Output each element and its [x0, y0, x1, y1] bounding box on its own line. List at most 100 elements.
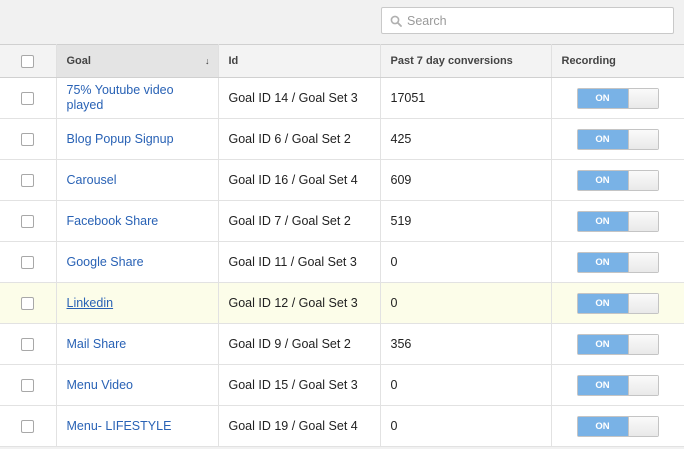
goal-cell: Linkedin	[56, 282, 219, 324]
goal-cell: Menu- LIFESTYLE	[56, 405, 219, 447]
goal-cell: Google Share	[56, 241, 219, 283]
goal-link[interactable]: Facebook Share	[67, 214, 159, 228]
conversion-count: 609	[380, 159, 552, 201]
goal-id: Goal ID 9 / Goal Set 2	[218, 323, 381, 365]
toggle-on-label: ON	[577, 170, 628, 190]
select-all-cell	[0, 44, 57, 78]
goal-id: Goal ID 15 / Goal Set 3	[218, 364, 381, 406]
row-select-cell	[0, 159, 57, 201]
table-row-highlighted: Linkedin Goal ID 12 / Goal Set 3 0 ON	[0, 282, 684, 324]
toggle-on-label: ON	[577, 416, 628, 436]
recording-toggle[interactable]: ON	[576, 169, 659, 191]
table-row: Carousel Goal ID 16 / Goal Set 4 609 ON	[0, 159, 684, 201]
table-row: Blog Popup Signup Goal ID 6 / Goal Set 2…	[0, 118, 684, 160]
toggle-knob	[627, 129, 658, 149]
table-header-row: Goal ↓ Id Past 7 day conversions Recordi…	[0, 44, 684, 78]
column-header-goal[interactable]: Goal ↓	[56, 44, 219, 78]
toggle-on-label: ON	[577, 129, 628, 149]
row-checkbox[interactable]	[21, 419, 35, 433]
goal-link[interactable]: Menu Video	[67, 378, 134, 392]
goal-link[interactable]: Blog Popup Signup	[67, 132, 174, 146]
toggle-knob	[627, 334, 658, 354]
sort-down-arrow-icon: ↓	[205, 56, 210, 66]
table-row: Google Share Goal ID 11 / Goal Set 3 0 O…	[0, 241, 684, 283]
column-header-goal-label: Goal	[66, 55, 91, 67]
row-checkbox[interactable]	[21, 296, 35, 310]
goal-cell: Facebook Share	[56, 200, 219, 242]
toggle-knob	[627, 375, 658, 395]
goal-link[interactable]: Mail Share	[67, 337, 127, 351]
row-checkbox[interactable]	[21, 91, 35, 105]
goal-id: Goal ID 7 / Goal Set 2	[218, 200, 381, 242]
toggle-on-label: ON	[577, 375, 628, 395]
goal-id: Goal ID 6 / Goal Set 2	[218, 118, 381, 160]
select-all-checkbox[interactable]	[21, 54, 35, 68]
conversion-count: 0	[380, 241, 552, 283]
recording-cell: ON	[551, 282, 684, 324]
recording-cell: ON	[551, 77, 684, 119]
goal-id: Goal ID 11 / Goal Set 3	[218, 241, 381, 283]
toggle-knob	[627, 252, 658, 272]
recording-cell: ON	[551, 118, 684, 160]
recording-toggle[interactable]: ON	[576, 210, 659, 232]
column-header-recording-label: Recording	[561, 55, 616, 67]
row-select-cell	[0, 200, 57, 242]
goal-link[interactable]: 75% Youtube video played	[67, 83, 174, 112]
row-checkbox[interactable]	[21, 337, 35, 351]
conversion-count: 356	[380, 323, 552, 365]
conversion-count: 425	[380, 118, 552, 160]
row-select-cell	[0, 323, 57, 365]
search-input[interactable]	[407, 10, 667, 31]
row-select-cell	[0, 241, 57, 283]
recording-toggle[interactable]: ON	[576, 251, 659, 273]
goal-link[interactable]: Google Share	[67, 255, 144, 269]
recording-cell: ON	[551, 323, 684, 365]
row-checkbox[interactable]	[21, 255, 35, 269]
toggle-knob	[627, 293, 658, 313]
recording-toggle[interactable]: ON	[576, 128, 659, 150]
column-header-conversions[interactable]: Past 7 day conversions	[380, 44, 552, 78]
goal-link[interactable]: Carousel	[67, 173, 117, 187]
column-header-id[interactable]: Id	[218, 44, 381, 78]
row-checkbox[interactable]	[21, 132, 35, 146]
conversion-count: 0	[380, 282, 552, 324]
toggle-on-label: ON	[577, 88, 628, 108]
conversion-count: 0	[380, 364, 552, 406]
goals-table: Goal ↓ Id Past 7 day conversions Recordi…	[0, 44, 684, 447]
toggle-on-label: ON	[577, 211, 628, 231]
recording-toggle[interactable]: ON	[576, 333, 659, 355]
column-header-recording[interactable]: Recording	[551, 44, 684, 78]
goal-id: Goal ID 12 / Goal Set 3	[218, 282, 381, 324]
recording-toggle[interactable]: ON	[576, 415, 659, 437]
goal-id: Goal ID 16 / Goal Set 4	[218, 159, 381, 201]
row-select-cell	[0, 282, 57, 324]
goal-id: Goal ID 19 / Goal Set 4	[218, 405, 381, 447]
table-row: Mail Share Goal ID 9 / Goal Set 2 356 ON	[0, 323, 684, 365]
search-icon	[390, 15, 402, 27]
recording-toggle[interactable]: ON	[576, 87, 659, 109]
column-header-conversions-label: Past 7 day conversions	[390, 55, 513, 67]
row-select-cell	[0, 118, 57, 160]
row-checkbox[interactable]	[21, 214, 35, 228]
goal-link[interactable]: Menu- LIFESTYLE	[67, 419, 172, 433]
goal-cell: Carousel	[56, 159, 219, 201]
row-checkbox[interactable]	[21, 173, 35, 187]
recording-cell: ON	[551, 405, 684, 447]
toggle-knob	[627, 416, 658, 436]
toggle-knob	[627, 211, 658, 231]
recording-cell: ON	[551, 241, 684, 283]
table-row: Facebook Share Goal ID 7 / Goal Set 2 51…	[0, 200, 684, 242]
recording-toggle[interactable]: ON	[576, 374, 659, 396]
row-checkbox[interactable]	[21, 378, 35, 392]
table-row: Menu Video Goal ID 15 / Goal Set 3 0 ON	[0, 364, 684, 406]
recording-toggle[interactable]: ON	[576, 292, 659, 314]
goal-id: Goal ID 14 / Goal Set 3	[218, 77, 381, 119]
conversion-count: 519	[380, 200, 552, 242]
goal-link[interactable]: Linkedin	[67, 296, 114, 310]
search-box[interactable]	[381, 7, 674, 34]
toggle-on-label: ON	[577, 334, 628, 354]
conversion-count: 0	[380, 405, 552, 447]
row-select-cell	[0, 405, 57, 447]
row-select-cell	[0, 77, 57, 119]
goal-cell: Mail Share	[56, 323, 219, 365]
